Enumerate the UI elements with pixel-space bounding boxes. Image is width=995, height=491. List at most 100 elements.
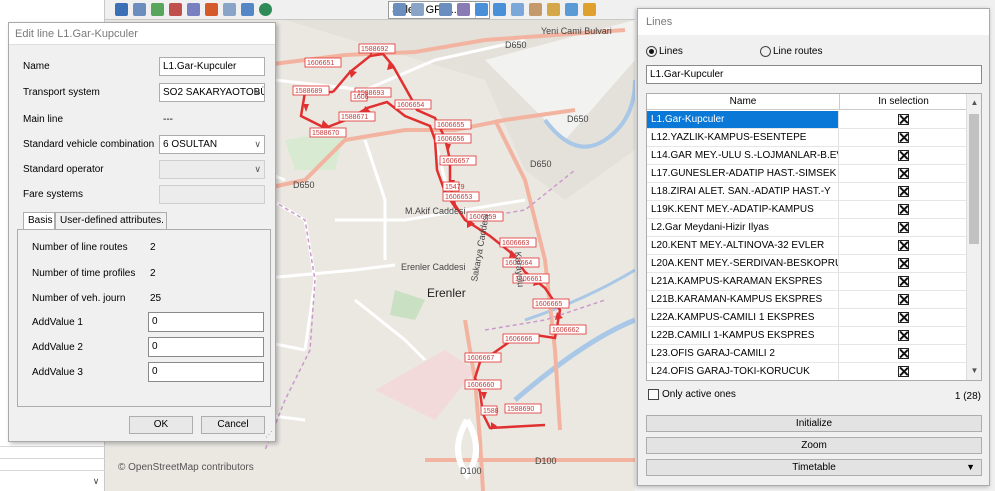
- svg-text:1606654: 1606654: [397, 102, 424, 109]
- table-row[interactable]: L21A.KAMPUS-KARAMAN EKSPRES: [647, 273, 967, 291]
- copy-icon[interactable]: [411, 3, 424, 16]
- print-icon[interactable]: [565, 3, 578, 16]
- checked-box-icon[interactable]: [898, 276, 909, 287]
- in-selection-cell[interactable]: [840, 219, 967, 236]
- checked-box-icon[interactable]: [898, 348, 909, 359]
- layers-icon[interactable]: [151, 3, 164, 16]
- forward-arrow-icon[interactable]: [493, 3, 506, 16]
- dropdown-arrow-icon[interactable]: ▼: [966, 460, 975, 475]
- fare-systems-label: Fare systems: [23, 189, 84, 200]
- cancel-button[interactable]: Cancel: [201, 416, 265, 434]
- table-row[interactable]: L2.Gar Meydani-Hizir Ilyas: [647, 219, 967, 237]
- table-row[interactable]: L1.Gar-Kupculer: [647, 111, 967, 129]
- table-row[interactable]: L21B.KARAMAN-KAMPUS EKSPRES: [647, 291, 967, 309]
- globe-icon[interactable]: [259, 3, 272, 16]
- svg-text:Yeni Cami Bulvari: Yeni Cami Bulvari: [541, 26, 612, 36]
- checked-box-icon[interactable]: [898, 204, 909, 215]
- operator-select[interactable]: ∨: [159, 160, 265, 179]
- table-icon[interactable]: [223, 3, 236, 16]
- table-row[interactable]: L22A.KAMPUS-CAMILI 1 EKSPRES: [647, 309, 967, 327]
- full-extent-icon[interactable]: [511, 3, 524, 16]
- radio-lines[interactable]: Lines: [646, 46, 683, 58]
- table-row[interactable]: L20A.KENT MEY.-SERDIVAN-BESKOPRU: [647, 255, 967, 273]
- table-row[interactable]: L12.YAZLIK-KAMPUS-ESENTEPE: [647, 129, 967, 147]
- table-row[interactable]: L22B.CAMILI 1-KAMPUS EKSPRES: [647, 327, 967, 345]
- checked-box-icon[interactable]: [898, 258, 909, 269]
- in-selection-cell[interactable]: [840, 363, 967, 380]
- only-active-checkbox[interactable]: Only active ones: [648, 389, 736, 401]
- back-arrow-icon[interactable]: [475, 3, 488, 16]
- table-row[interactable]: L23.OFIS GARAJ-CAMILI 2: [647, 345, 967, 363]
- addvalue1-field[interactable]: 0: [148, 312, 264, 332]
- scroll-up-icon[interactable]: ▲: [967, 96, 981, 110]
- line-routes-value: 2: [150, 242, 156, 253]
- scrollbar-thumb[interactable]: [969, 114, 979, 244]
- in-selection-cell[interactable]: [840, 165, 967, 182]
- in-selection-cell[interactable]: [840, 237, 967, 254]
- vertical-scrollbar[interactable]: ▲ ▼: [966, 94, 981, 380]
- pan-hand-icon[interactable]: [529, 3, 542, 16]
- fare-systems-field[interactable]: [159, 185, 265, 204]
- checked-box-icon[interactable]: [898, 366, 909, 377]
- table-row[interactable]: L20.KENT MEY.-ALTINOVA-32 EVLER: [647, 237, 967, 255]
- binoculars-icon[interactable]: [115, 3, 128, 16]
- table-row[interactable]: L19K.KENT MEY.-ADATIP-KAMPUS: [647, 201, 967, 219]
- table-row[interactable]: L14.GAR MEY.-ULU S.-LOJMANLAR-B.EV: [647, 147, 967, 165]
- radio-line-routes[interactable]: Line routes: [760, 46, 822, 58]
- save-icon[interactable]: [393, 3, 406, 16]
- measure-icon[interactable]: [547, 3, 560, 16]
- name-field[interactable]: L1.Gar-Kupculer: [159, 57, 265, 76]
- in-selection-cell[interactable]: [840, 327, 967, 344]
- checked-box-icon[interactable]: [898, 240, 909, 251]
- in-selection-cell[interactable]: [840, 201, 967, 218]
- tab-basis[interactable]: Basis: [23, 212, 55, 230]
- zoom-area-icon[interactable]: [439, 3, 452, 16]
- svg-text:D650: D650: [567, 114, 589, 124]
- radio-unselected-icon: [760, 46, 771, 57]
- in-selection-cell[interactable]: [840, 309, 967, 326]
- zoom-button[interactable]: Zoom: [646, 437, 982, 454]
- tab-user-defined-attributes[interactable]: User-defined attributes.: [55, 212, 167, 230]
- in-selection-cell[interactable]: [840, 291, 967, 308]
- pencil-icon[interactable]: [583, 3, 596, 16]
- checked-box-icon[interactable]: [898, 294, 909, 305]
- ok-button[interactable]: OK: [129, 416, 193, 434]
- column-header-in-selection[interactable]: In selection: [840, 94, 967, 110]
- in-selection-cell[interactable]: [840, 147, 967, 164]
- checked-box-icon[interactable]: [898, 132, 909, 143]
- scroll-down-icon[interactable]: ▼: [967, 364, 981, 378]
- chevron-down-icon[interactable]: ∨: [88, 472, 104, 491]
- transport-system-select[interactable]: SO2 SAKARYAOTOBÜ ∨: [159, 83, 265, 102]
- initialize-button[interactable]: Initialize: [646, 415, 982, 432]
- table-row[interactable]: L17.GUNESLER-ADATIP HAST.-SIMSEK: [647, 165, 967, 183]
- addvalue3-field[interactable]: 0: [148, 362, 264, 382]
- table-row[interactable]: L24.OFIS GARAJ-TOKI-KORUCUK: [647, 363, 967, 380]
- edit-pointer-icon[interactable]: [205, 3, 218, 16]
- window-icon[interactable]: [241, 3, 254, 16]
- svg-text:D100: D100: [535, 456, 557, 466]
- column-header-name[interactable]: Name: [647, 94, 840, 110]
- vehicle-combination-select[interactable]: 6 OSULTAN ∨: [159, 135, 265, 154]
- in-selection-cell[interactable]: [840, 129, 967, 146]
- select-icon[interactable]: [187, 3, 200, 16]
- list-icon[interactable]: [133, 3, 146, 16]
- checked-box-icon[interactable]: [898, 330, 909, 341]
- checked-box-icon[interactable]: [898, 168, 909, 179]
- zoom-tool-icon[interactable]: [457, 3, 470, 16]
- in-selection-cell[interactable]: [840, 111, 967, 128]
- line-filter-input[interactable]: L1.Gar-Kupculer: [646, 65, 982, 84]
- in-selection-cell[interactable]: [840, 345, 967, 362]
- checked-box-icon[interactable]: [898, 114, 909, 125]
- addvalue2-field[interactable]: 0: [148, 337, 264, 357]
- checked-box-icon[interactable]: [898, 312, 909, 323]
- checked-box-icon[interactable]: [898, 222, 909, 233]
- pointer-icon[interactable]: [169, 3, 182, 16]
- table-row[interactable]: L18.ZIRAI ALET. SAN.-ADATIP HAST.-Y: [647, 183, 967, 201]
- checked-box-icon[interactable]: [898, 186, 909, 197]
- in-selection-cell[interactable]: [840, 183, 967, 200]
- in-selection-cell[interactable]: [840, 273, 967, 290]
- in-selection-cell[interactable]: [840, 255, 967, 272]
- resize-grip-icon[interactable]: ⋰: [265, 430, 273, 439]
- checked-box-icon[interactable]: [898, 150, 909, 161]
- timetable-button[interactable]: Timetable ▼: [646, 459, 982, 476]
